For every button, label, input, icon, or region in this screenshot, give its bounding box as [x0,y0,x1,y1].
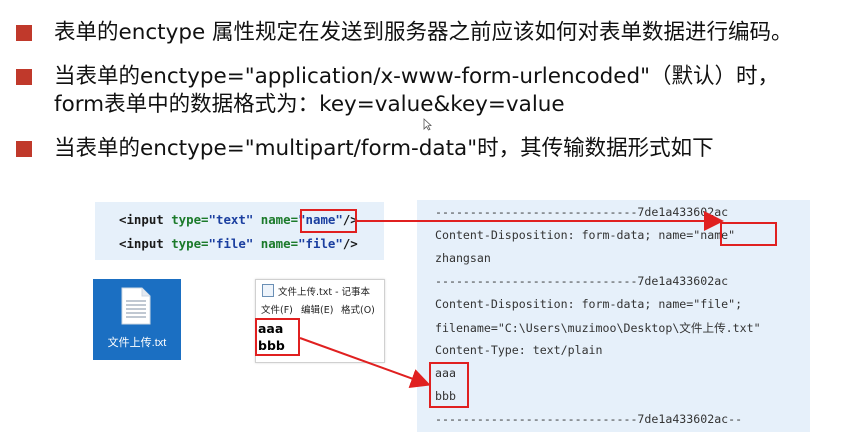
field-value: zhangsan [435,251,491,265]
content-disposition-file: Content-Disposition: form-data; name="fi… [435,297,743,311]
highlight-file-content [429,362,469,408]
highlight-name-attr [300,209,357,233]
bullet-marker [16,25,32,41]
content-type-line: Content-Type: text/plain [435,343,603,357]
bullet-marker [16,69,32,85]
bullet-text-multipart: 当表单的enctype="multipart/form-data"时，其传输数据… [54,136,714,161]
boundary-end-line: -----------------------------7de1a433602… [435,412,743,426]
document-glyph-icon [121,287,151,325]
bullet-marker [16,141,32,157]
bullet-text-enctype: 表单的enctype 属性规定在发送到服务器之前应该如何对表单数据进行编码。 [54,20,793,45]
boundary-line: -----------------------------7de1a433602… [435,274,729,288]
menu-format[interactable]: 格式(O) [341,302,375,316]
file-name-label: 文件上传.txt [107,337,167,349]
text-file-icon: 文件上传.txt [93,279,181,360]
filename-line: filename="C:\Users\muzimoo\Desktop\文件上传.… [435,321,761,335]
notepad-icon [262,284,274,297]
highlight-notepad-content [255,318,300,356]
menu-file[interactable]: 文件(F) [261,302,293,316]
bullet-text-urlencoded-format: form表单中的数据格式为：key=value&key=value [54,92,565,117]
code-line-file-input: <input type="file" name="file"/> [119,236,358,251]
notepad-title: 文件上传.txt - 记事本 [262,284,370,298]
boundary-line: -----------------------------7de1a433602… [435,205,729,219]
content-disposition-name: Content-Disposition: form-data; name="na… [435,228,736,242]
highlight-name-field [720,222,777,246]
menu-edit[interactable]: 编辑(E) [301,302,333,316]
bullet-text-urlencoded: 当表单的enctype="application/x-www-form-urle… [54,64,780,89]
mouse-cursor-icon [423,118,432,131]
